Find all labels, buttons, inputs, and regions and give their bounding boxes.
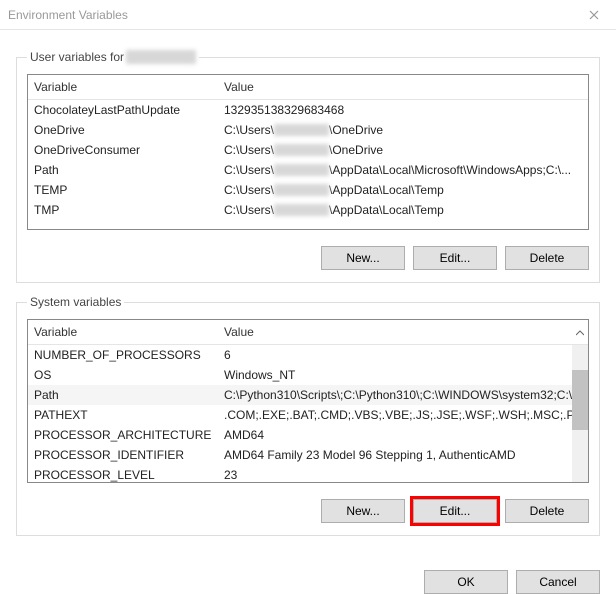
sys-new-button[interactable]: New... xyxy=(321,499,405,523)
table-row[interactable]: PathC:\Users\\AppData\Local\Microsoft\Wi… xyxy=(28,160,588,180)
col-variable[interactable]: Variable xyxy=(28,320,218,345)
table-row[interactable]: PathC:\Python310\Scripts\;C:\Python310\;… xyxy=(28,385,588,405)
sys-edit-button[interactable]: Edit... xyxy=(413,499,497,523)
table-row[interactable]: PROCESSOR_ARCHITECTUREAMD64 xyxy=(28,425,588,445)
table-row[interactable]: OSWindows_NT xyxy=(28,365,588,385)
system-variables-group: System variables Variable Value NUMBER_O… xyxy=(16,295,600,536)
close-button[interactable] xyxy=(571,0,616,30)
col-variable[interactable]: Variable xyxy=(28,75,218,100)
table-row[interactable]: ChocolateyLastPathUpdate1329351383296834… xyxy=(28,100,588,120)
sys-table-header: Variable Value xyxy=(28,320,588,345)
sys-buttons-row: New... Edit... Delete xyxy=(27,499,589,523)
user-table-header: Variable Value xyxy=(28,75,588,100)
table-row[interactable]: PATHEXT.COM;.EXE;.BAT;.CMD;.VBS;.VBE;.JS… xyxy=(28,405,588,425)
cell-variable: PROCESSOR_LEVEL xyxy=(28,465,218,483)
table-row[interactable]: TMPC:\Users\\AppData\Local\Temp xyxy=(28,200,588,220)
cell-variable: TMP xyxy=(28,200,218,220)
cell-value: 23 xyxy=(218,465,588,483)
table-row[interactable]: OneDriveC:\Users\\OneDrive xyxy=(28,120,588,140)
dialog-content: User variables for Variable Value Chocol… xyxy=(0,30,616,562)
redacted-username xyxy=(274,164,329,176)
redacted-username xyxy=(274,184,329,196)
close-icon xyxy=(589,10,599,20)
cell-value: C:\Users\\OneDrive xyxy=(218,140,588,160)
cell-value: C:\Users\\AppData\Local\Temp xyxy=(218,180,588,200)
user-delete-button[interactable]: Delete xyxy=(505,246,589,270)
cell-value: C:\Users\\AppData\Local\Microsoft\Window… xyxy=(218,160,588,180)
dialog-footer: OK Cancel xyxy=(0,562,616,594)
user-buttons-row: New... Edit... Delete xyxy=(27,246,589,270)
titlebar: Environment Variables xyxy=(0,0,616,30)
cell-variable: ChocolateyLastPathUpdate xyxy=(28,100,218,120)
cell-value: Windows_NT xyxy=(218,365,588,385)
table-row[interactable]: TEMPC:\Users\\AppData\Local\Temp xyxy=(28,180,588,200)
redacted-username xyxy=(274,144,329,156)
cell-value: .COM;.EXE;.BAT;.CMD;.VBS;.VBE;.JS;.JSE;.… xyxy=(218,405,588,425)
table-row[interactable]: PROCESSOR_IDENTIFIERAMD64 Family 23 Mode… xyxy=(28,445,588,465)
col-spacer xyxy=(572,75,588,100)
cell-variable: PATHEXT xyxy=(28,405,218,425)
cell-value: C:\Users\\AppData\Local\Temp xyxy=(218,200,588,220)
table-row[interactable]: NUMBER_OF_PROCESSORS6 xyxy=(28,345,588,365)
scrollbar[interactable] xyxy=(572,345,588,482)
chevron-up-icon xyxy=(576,330,584,336)
cell-variable: Path xyxy=(28,160,218,180)
user-variables-group: User variables for Variable Value Chocol… xyxy=(16,50,600,283)
redacted-username xyxy=(126,50,196,64)
redacted-username xyxy=(274,124,329,136)
redacted-username xyxy=(274,204,329,216)
col-value[interactable]: Value xyxy=(218,75,572,100)
table-row[interactable]: OneDriveConsumerC:\Users\\OneDrive xyxy=(28,140,588,160)
scroll-up-arrow[interactable] xyxy=(572,320,588,345)
cell-value: 132935138329683468 xyxy=(218,100,588,120)
cell-variable: PROCESSOR_IDENTIFIER xyxy=(28,445,218,465)
window-title: Environment Variables xyxy=(8,8,128,22)
cell-value: C:\Python310\Scripts\;C:\Python310\;C:\W… xyxy=(218,385,588,405)
cell-variable: Path xyxy=(28,385,218,405)
cell-value: AMD64 Family 23 Model 96 Stepping 1, Aut… xyxy=(218,445,588,465)
system-variables-table[interactable]: Variable Value NUMBER_OF_PROCESSORS6OSWi… xyxy=(27,319,589,483)
cell-value: 6 xyxy=(218,345,588,365)
cell-value: C:\Users\\OneDrive xyxy=(218,120,588,140)
col-value[interactable]: Value xyxy=(218,320,572,345)
sys-delete-button[interactable]: Delete xyxy=(505,499,589,523)
user-new-button[interactable]: New... xyxy=(321,246,405,270)
cell-variable: NUMBER_OF_PROCESSORS xyxy=(28,345,218,365)
cancel-button[interactable]: Cancel xyxy=(516,570,600,594)
system-variables-legend: System variables xyxy=(27,295,124,309)
cell-variable: TEMP xyxy=(28,180,218,200)
cell-variable: OneDrive xyxy=(28,120,218,140)
cell-variable: OneDriveConsumer xyxy=(28,140,218,160)
table-row[interactable]: PROCESSOR_LEVEL23 xyxy=(28,465,588,483)
user-legend-text: User variables for xyxy=(30,50,124,64)
user-edit-button[interactable]: Edit... xyxy=(413,246,497,270)
cell-variable: PROCESSOR_ARCHITECTURE xyxy=(28,425,218,445)
user-variables-legend: User variables for xyxy=(27,50,199,64)
user-variables-table[interactable]: Variable Value ChocolateyLastPathUpdate1… xyxy=(27,74,589,230)
cell-variable: OS xyxy=(28,365,218,385)
cell-value: AMD64 xyxy=(218,425,588,445)
ok-button[interactable]: OK xyxy=(424,570,508,594)
scrollbar-thumb[interactable] xyxy=(572,370,588,430)
